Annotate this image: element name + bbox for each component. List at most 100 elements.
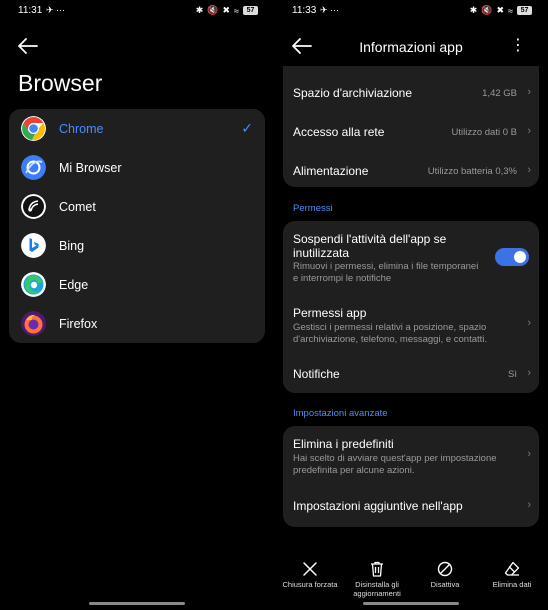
chevron-right-icon: › bbox=[527, 448, 531, 460]
uninstall-updates-label-line2: aggiornamenti bbox=[353, 589, 401, 598]
force-stop-button[interactable]: Chiusura forzata bbox=[277, 560, 343, 589]
browser-item-bing[interactable]: Bing bbox=[9, 226, 265, 265]
trash-icon bbox=[371, 561, 383, 577]
notifications-value: Sì bbox=[508, 369, 517, 380]
page-title: Informazioni app bbox=[359, 39, 463, 55]
chevron-right-icon: › bbox=[527, 367, 531, 379]
status-icons: ✱ 🔇 ✖ ≈ 57 bbox=[470, 5, 532, 16]
chrome-icon bbox=[21, 116, 46, 141]
wifi-icon: ≈ bbox=[234, 5, 239, 16]
home-indicator[interactable] bbox=[89, 602, 185, 605]
close-icon bbox=[303, 562, 317, 576]
force-stop-label: Chiusura forzata bbox=[282, 580, 338, 589]
app-permissions-desc-line2: d'archiviazione, telefono, messaggi, e c… bbox=[293, 334, 488, 345]
browser-list: Chrome ✓ Mi Browser Comet Bing Edge Fire… bbox=[9, 109, 265, 343]
uninstall-updates-button[interactable]: Disinstalla gli aggiornamenti bbox=[344, 560, 410, 598]
comet-icon bbox=[21, 194, 46, 219]
wifi-icon: ≈ bbox=[508, 5, 513, 16]
clear-defaults-desc-line2: predefinita per alcune azioni. bbox=[293, 465, 415, 476]
chevron-right-icon: › bbox=[527, 499, 531, 511]
edge-icon bbox=[21, 272, 46, 297]
permissions-card: Sospendi l'attività dell'app se inutiliz… bbox=[283, 221, 539, 393]
chevron-right-icon: › bbox=[527, 317, 531, 329]
power-label: Alimentazione bbox=[293, 164, 369, 178]
network-label: Accesso alla rete bbox=[293, 125, 385, 139]
battery-icon: 57 bbox=[243, 6, 258, 15]
eraser-icon bbox=[504, 561, 520, 576]
browser-item-mi-browser[interactable]: Mi Browser bbox=[9, 148, 265, 187]
suspend-title-line2: inutilizzata bbox=[293, 246, 350, 260]
back-arrow-icon[interactable] bbox=[17, 37, 39, 55]
browser-label-firefox: Firefox bbox=[59, 316, 98, 331]
clear-defaults-row[interactable]: Elimina i predefiniti Hai scelto di avvi… bbox=[283, 426, 539, 484]
mi-browser-icon bbox=[21, 155, 46, 180]
status-time: 11:33 bbox=[292, 5, 317, 16]
browser-label-chrome: Chrome bbox=[59, 121, 104, 136]
firefox-icon bbox=[21, 311, 46, 336]
suspend-desc-line1: Rimuovi i permessi, elimina i file tempo… bbox=[293, 261, 479, 272]
status-bar: 11:31 ✈ ··· ✱ 🔇 ✖ ≈ 57 bbox=[0, 5, 274, 19]
browser-item-edge[interactable]: Edge bbox=[9, 265, 265, 304]
browser-label-bing: Bing bbox=[59, 238, 85, 253]
battery-icon: 57 bbox=[517, 6, 532, 15]
browser-item-firefox[interactable]: Firefox bbox=[9, 304, 265, 343]
toggle-knob bbox=[514, 251, 526, 263]
uninstall-updates-label-line1: Disinstalla gli bbox=[355, 580, 399, 589]
chevron-right-icon: › bbox=[527, 86, 531, 98]
notifications-row[interactable]: Notifiche Sì › bbox=[283, 353, 539, 391]
network-value: Utilizzo dati 0 B bbox=[451, 127, 517, 138]
storage-label: Spazio d'archiviazione bbox=[293, 86, 413, 100]
bluetooth-icon: ✱ bbox=[195, 5, 204, 15]
suspend-title-line1: Sospendi l'attività dell'app se bbox=[293, 232, 447, 246]
app-permissions-row[interactable]: Permessi app Gestisci i permessi relativ… bbox=[283, 293, 539, 349]
extra-settings-label: Impostazioni aggiuntive nell'app bbox=[293, 499, 463, 513]
app-info-screen: 11:33 ✈ ··· ✱ 🔇 ✖ ≈ 57 Informazioni app … bbox=[274, 0, 548, 610]
power-row[interactable]: Alimentazione Utilizzo batteria 0,3% › bbox=[283, 147, 539, 187]
bluetooth-icon: ✱ bbox=[469, 5, 478, 15]
no-sim-icon: ✖ bbox=[496, 5, 505, 15]
permissions-section-header: Permessi bbox=[293, 203, 333, 214]
clear-defaults-desc-line1: Hai scelto di avviare quest'app per impo… bbox=[293, 453, 497, 464]
bing-icon bbox=[21, 233, 46, 258]
advanced-section-header: Impostazioni avanzate bbox=[293, 408, 388, 419]
browser-item-comet[interactable]: Comet bbox=[9, 187, 265, 226]
notifications-label: Notifiche bbox=[293, 367, 340, 381]
page-title: Browser bbox=[18, 70, 103, 96]
browser-label-mi-browser: Mi Browser bbox=[59, 160, 122, 175]
chevron-right-icon: › bbox=[527, 125, 531, 137]
browser-picker-screen: 11:31 ✈ ··· ✱ 🔇 ✖ ≈ 57 Browser Chrome ✓ bbox=[0, 0, 274, 610]
clear-data-label: Elimina dati bbox=[492, 580, 532, 589]
clear-data-button[interactable]: Elimina dati bbox=[479, 560, 545, 589]
clear-defaults-title: Elimina i predefiniti bbox=[293, 437, 394, 451]
extra-settings-row[interactable]: Impostazioni aggiuntive nell'app › bbox=[283, 488, 539, 526]
disable-label: Disattiva bbox=[430, 580, 460, 589]
chevron-right-icon: › bbox=[527, 164, 531, 176]
check-icon: ✓ bbox=[241, 120, 253, 136]
home-indicator[interactable] bbox=[363, 602, 459, 605]
storage-value: 1,42 GB bbox=[482, 88, 517, 99]
network-row[interactable]: Accesso alla rete Utilizzo dati 0 B › bbox=[283, 108, 539, 148]
more-options-icon[interactable]: ⋮ bbox=[510, 38, 526, 54]
suspend-toggle[interactable] bbox=[495, 248, 529, 266]
no-sim-icon: ✖ bbox=[222, 5, 231, 15]
suspend-desc-line2: e interrompi le notifiche bbox=[293, 273, 392, 284]
disable-button[interactable]: Disattiva bbox=[412, 560, 478, 589]
browser-label-edge: Edge bbox=[59, 277, 89, 292]
telegram-icon: ✈ ··· bbox=[46, 5, 66, 15]
status-icons: ✱ 🔇 ✖ ≈ 57 bbox=[196, 5, 258, 16]
storage-row[interactable]: Spazio d'archiviazione 1,42 GB › bbox=[283, 69, 539, 109]
silent-icon: 🔇 bbox=[207, 5, 219, 15]
app-permissions-desc-line1: Gestisci i permessi relativi a posizione… bbox=[293, 322, 487, 333]
silent-icon: 🔇 bbox=[481, 5, 493, 15]
app-permissions-title: Permessi app bbox=[293, 306, 367, 320]
disable-icon bbox=[437, 561, 453, 577]
browser-item-chrome[interactable]: Chrome ✓ bbox=[9, 109, 265, 148]
storage-network-power-card: Spazio d'archiviazione 1,42 GB › Accesso… bbox=[283, 66, 539, 187]
telegram-icon: ✈ ··· bbox=[320, 5, 340, 15]
status-time: 11:31 bbox=[18, 5, 43, 16]
power-value: Utilizzo batteria 0,3% bbox=[427, 166, 517, 177]
advanced-card: Elimina i predefiniti Hai scelto di avvi… bbox=[283, 426, 539, 527]
suspend-row[interactable]: Sospendi l'attività dell'app se inutiliz… bbox=[283, 221, 539, 289]
browser-label-comet: Comet bbox=[59, 199, 96, 214]
status-bar: 11:33 ✈ ··· ✱ 🔇 ✖ ≈ 57 bbox=[274, 5, 548, 19]
